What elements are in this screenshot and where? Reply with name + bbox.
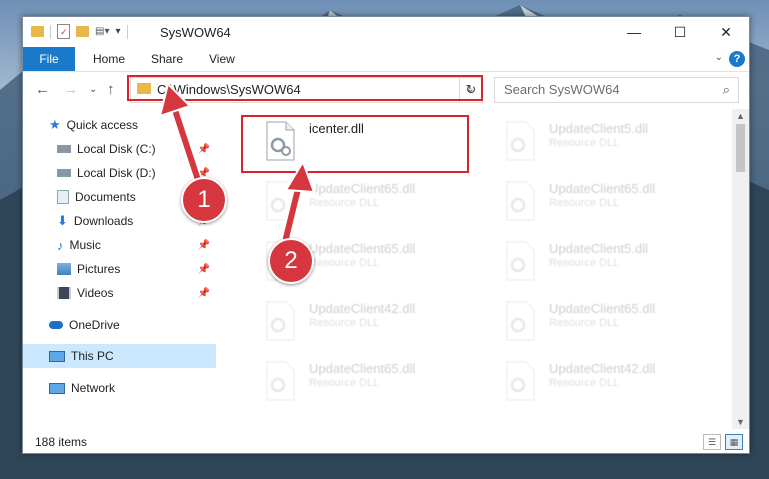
- step-badge-1: 1: [181, 177, 227, 223]
- annotation-arrows: [158, 82, 316, 243]
- arrow-step-2: [281, 159, 316, 243]
- arrow-step-1: [158, 82, 203, 185]
- step-badge-2: 2: [268, 238, 314, 284]
